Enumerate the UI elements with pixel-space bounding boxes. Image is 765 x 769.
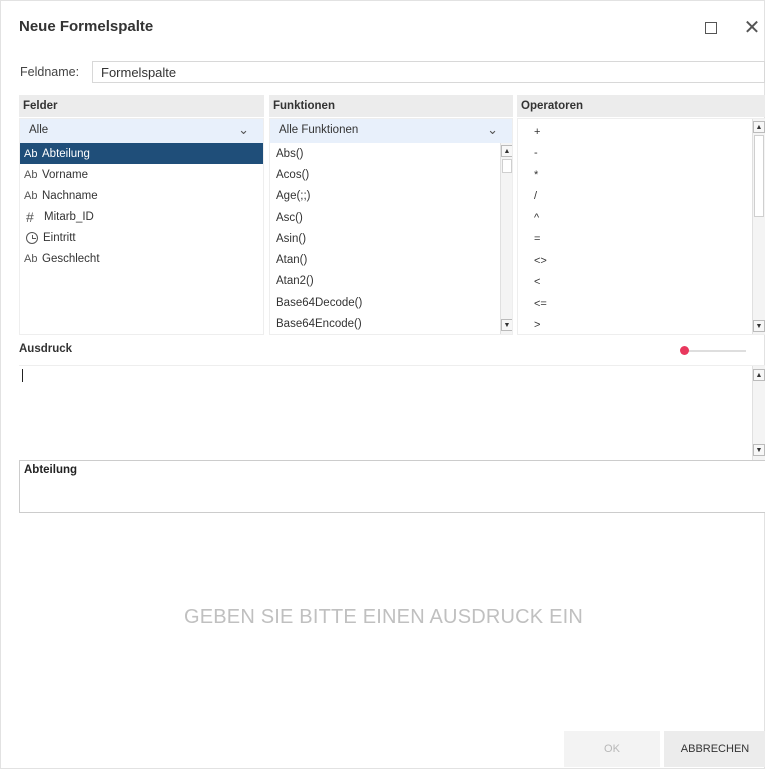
scroll-up-icon[interactable]: ▲ bbox=[753, 369, 765, 381]
functions-filter-value: Alle Funktionen bbox=[279, 124, 359, 136]
operators-panel: + - * / ^ = <> < <= > ▲ ▼ bbox=[517, 118, 765, 335]
function-item[interactable]: Age(;;) bbox=[270, 186, 502, 207]
operator-item[interactable]: > bbox=[518, 315, 752, 335]
expression-header: Ausdruck bbox=[19, 343, 73, 355]
field-item-mitarb-id[interactable]: # Mitarb_ID bbox=[20, 206, 263, 227]
fieldname-row: Feldname: bbox=[1, 59, 765, 85]
dialog-title: Neue Formelspalte bbox=[19, 18, 154, 35]
function-item[interactable]: Base64Encode() bbox=[270, 313, 502, 334]
function-item[interactable]: Atan() bbox=[270, 249, 502, 270]
scroll-down-icon[interactable]: ▼ bbox=[501, 319, 512, 331]
empty-expression-message: GEBEN SIE BITTE EINEN AUSDRUCK EIN bbox=[183, 606, 584, 628]
function-item[interactable]: Base64Decode() bbox=[270, 292, 502, 313]
expression-scrollbar[interactable]: ▲ ▼ bbox=[752, 366, 765, 460]
operator-item[interactable]: < bbox=[518, 272, 752, 294]
title-bar: Neue Formelspalte ✕ bbox=[1, 1, 765, 53]
operators-scroll-thumb[interactable] bbox=[754, 135, 764, 217]
scroll-up-icon[interactable]: ▲ bbox=[501, 145, 512, 157]
functions-panel: Alle Funktionen ⌄ Abs() Acos() Age(;;) A… bbox=[269, 118, 513, 335]
ok-button[interactable]: OK bbox=[564, 731, 660, 767]
maximize-button[interactable] bbox=[698, 15, 724, 41]
fieldname-input[interactable] bbox=[92, 61, 765, 83]
chevron-down-icon: ⌄ bbox=[487, 122, 498, 137]
text-type-icon: Ab bbox=[24, 147, 38, 160]
field-item-nachname[interactable]: Ab Nachname bbox=[20, 185, 263, 206]
close-button[interactable]: ✕ bbox=[739, 15, 765, 41]
function-item[interactable]: Atan2() bbox=[270, 271, 502, 292]
description-title: Abteilung bbox=[24, 464, 78, 476]
text-type-icon: Ab bbox=[24, 168, 38, 181]
field-item-label: Abteilung bbox=[42, 147, 90, 160]
field-item-label: Geschlecht bbox=[42, 252, 100, 265]
functions-list: Abs() Acos() Age(;;) Asc() Asin() Atan()… bbox=[270, 143, 502, 334]
operator-item[interactable]: <= bbox=[518, 293, 752, 315]
field-item-label: Vorname bbox=[42, 168, 89, 181]
fields-filter-value: Alle bbox=[29, 124, 49, 136]
datetime-type-icon bbox=[26, 231, 38, 244]
field-item-label: Eintritt bbox=[43, 231, 76, 244]
operator-item[interactable]: / bbox=[518, 186, 752, 208]
fields-filter-dropdown[interactable]: Alle ⌄ bbox=[20, 119, 263, 143]
operators-panel-header: Operatoren bbox=[517, 95, 765, 117]
functions-scroll-thumb[interactable] bbox=[502, 159, 512, 173]
scroll-down-icon[interactable]: ▼ bbox=[753, 320, 765, 332]
fieldname-label: Feldname: bbox=[20, 65, 80, 79]
field-item-geschlecht[interactable]: Ab Geschlecht bbox=[20, 248, 263, 269]
zoom-slider-track[interactable] bbox=[684, 350, 746, 352]
field-item-label: Mitarb_ID bbox=[44, 210, 94, 223]
operator-item[interactable]: - bbox=[518, 143, 752, 165]
function-item[interactable]: Acos() bbox=[270, 164, 502, 185]
maximize-icon bbox=[705, 22, 717, 34]
operator-item[interactable]: <> bbox=[518, 250, 752, 272]
function-item[interactable]: Asc() bbox=[270, 207, 502, 228]
text-type-icon: Ab bbox=[24, 189, 38, 202]
fields-list: Ab Abteilung Ab Vorname Ab Nachname # Mi… bbox=[20, 143, 263, 269]
operators-scrollbar[interactable]: ▲ ▼ bbox=[752, 119, 765, 334]
field-item-abteilung[interactable]: Ab Abteilung bbox=[20, 143, 263, 164]
fields-panel-header: Felder bbox=[19, 95, 264, 117]
description-box: Abteilung bbox=[19, 460, 765, 513]
fields-panel: Alle ⌄ Ab Abteilung Ab Vorname Ab Nachna… bbox=[19, 118, 264, 335]
scroll-up-icon[interactable]: ▲ bbox=[753, 121, 765, 133]
operator-item[interactable]: ^ bbox=[518, 207, 752, 229]
operator-item[interactable]: * bbox=[518, 164, 752, 186]
cancel-button[interactable]: ABBRECHEN bbox=[664, 731, 765, 767]
functions-panel-header: Funktionen bbox=[269, 95, 513, 117]
chevron-down-icon: ⌄ bbox=[238, 122, 249, 137]
number-type-icon: # bbox=[26, 208, 34, 225]
function-item[interactable]: Abs() bbox=[270, 143, 502, 164]
function-item[interactable]: Asin() bbox=[270, 228, 502, 249]
zoom-slider-thumb[interactable] bbox=[680, 346, 689, 355]
expression-editor[interactable]: ▲ ▼ bbox=[19, 365, 765, 460]
operator-item[interactable]: = bbox=[518, 229, 752, 251]
functions-filter-dropdown[interactable]: Alle Funktionen ⌄ bbox=[270, 119, 512, 143]
text-type-icon: Ab bbox=[24, 252, 38, 265]
scroll-down-icon[interactable]: ▼ bbox=[753, 444, 765, 456]
close-icon: ✕ bbox=[743, 17, 761, 39]
field-item-vorname[interactable]: Ab Vorname bbox=[20, 164, 263, 185]
text-caret bbox=[22, 369, 23, 382]
field-item-label: Nachname bbox=[42, 189, 98, 202]
operator-item[interactable]: + bbox=[518, 121, 752, 143]
formula-column-dialog: Neue Formelspalte ✕ Feldname: Felder Fun… bbox=[0, 0, 765, 769]
functions-scrollbar[interactable]: ▲ ▼ bbox=[500, 143, 512, 334]
field-item-eintritt[interactable]: Eintritt bbox=[20, 227, 263, 248]
operators-list: + - * / ^ = <> < <= > bbox=[518, 121, 752, 335]
